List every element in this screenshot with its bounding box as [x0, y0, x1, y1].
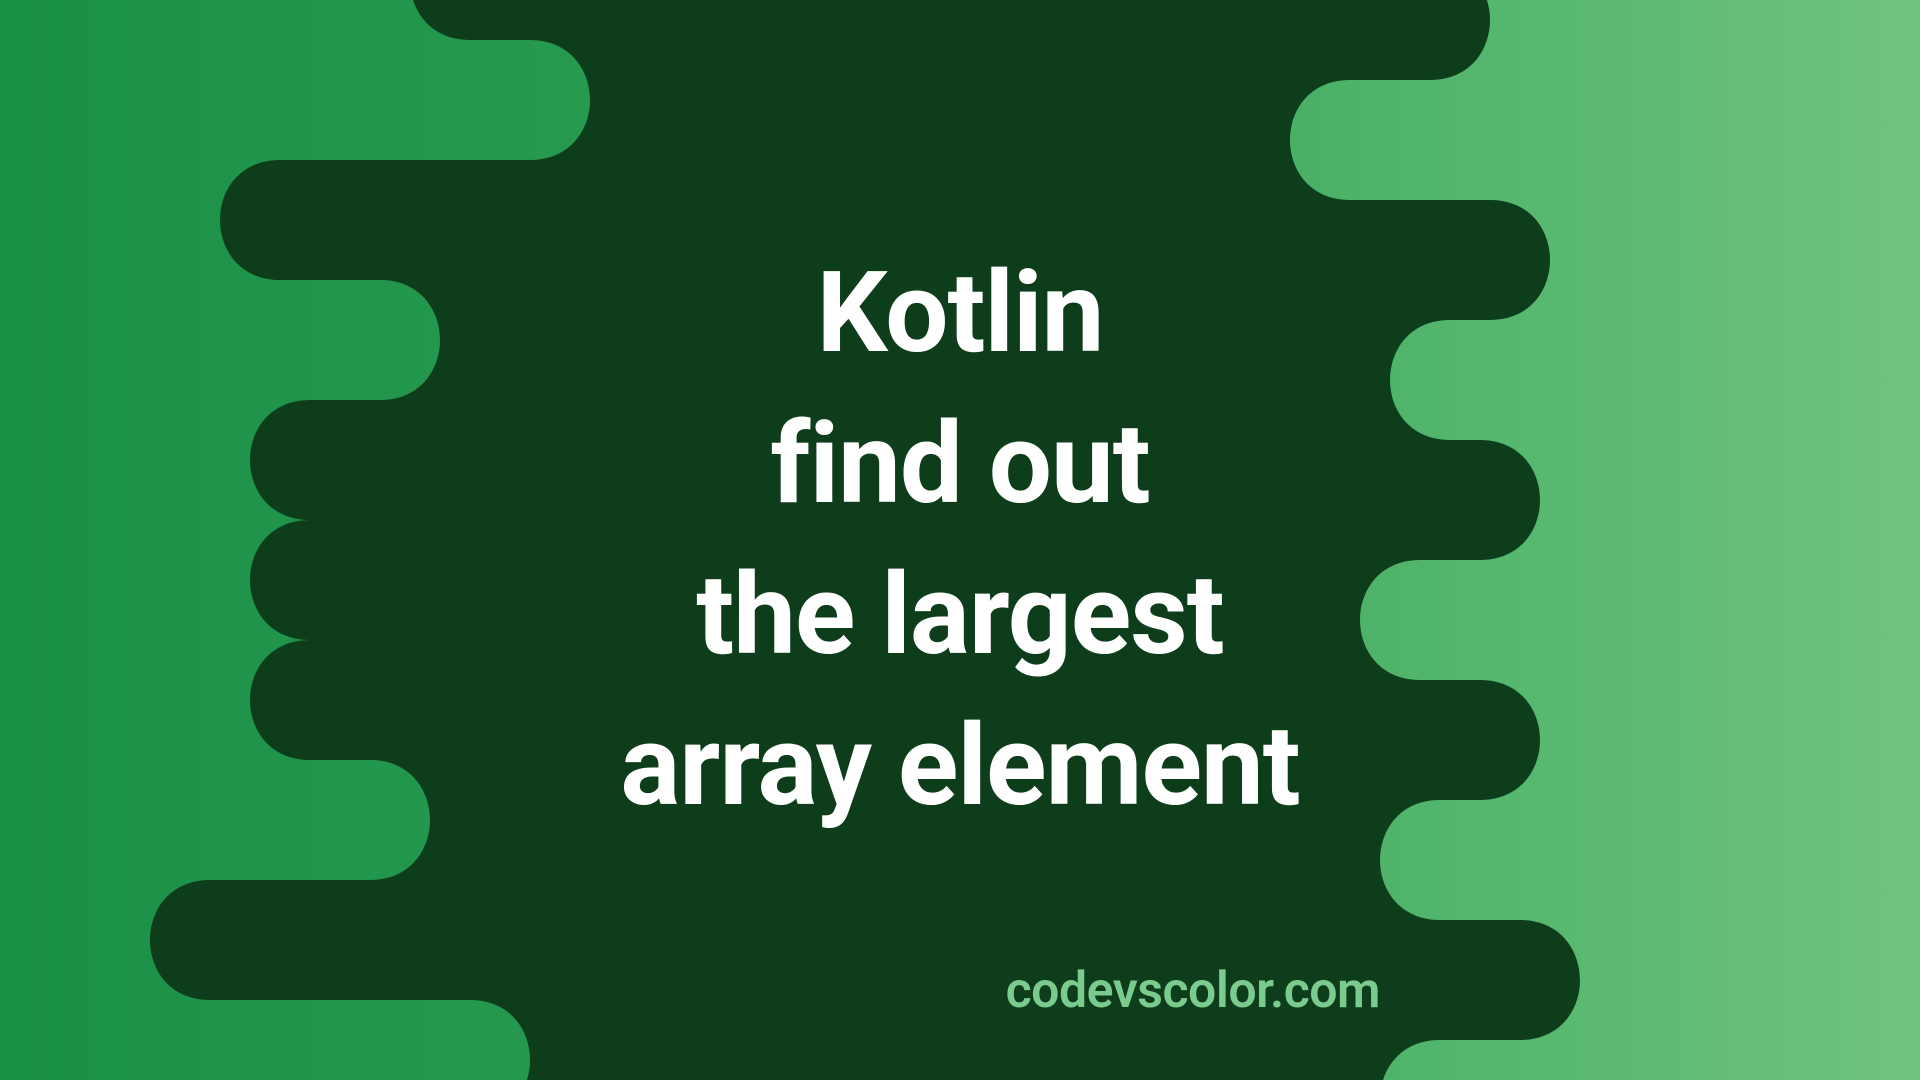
title-line-2: find out: [770, 389, 1149, 540]
title-line-4: array element: [620, 691, 1299, 842]
attribution-text: codevscolor.com: [1006, 962, 1380, 1020]
banner-stage: Kotlin find out the largest array elemen…: [0, 0, 1920, 1080]
title-line-1: Kotlin: [817, 238, 1104, 389]
title-container: Kotlin find out the largest array elemen…: [0, 0, 1920, 1080]
title-line-3: the largest: [696, 540, 1223, 691]
